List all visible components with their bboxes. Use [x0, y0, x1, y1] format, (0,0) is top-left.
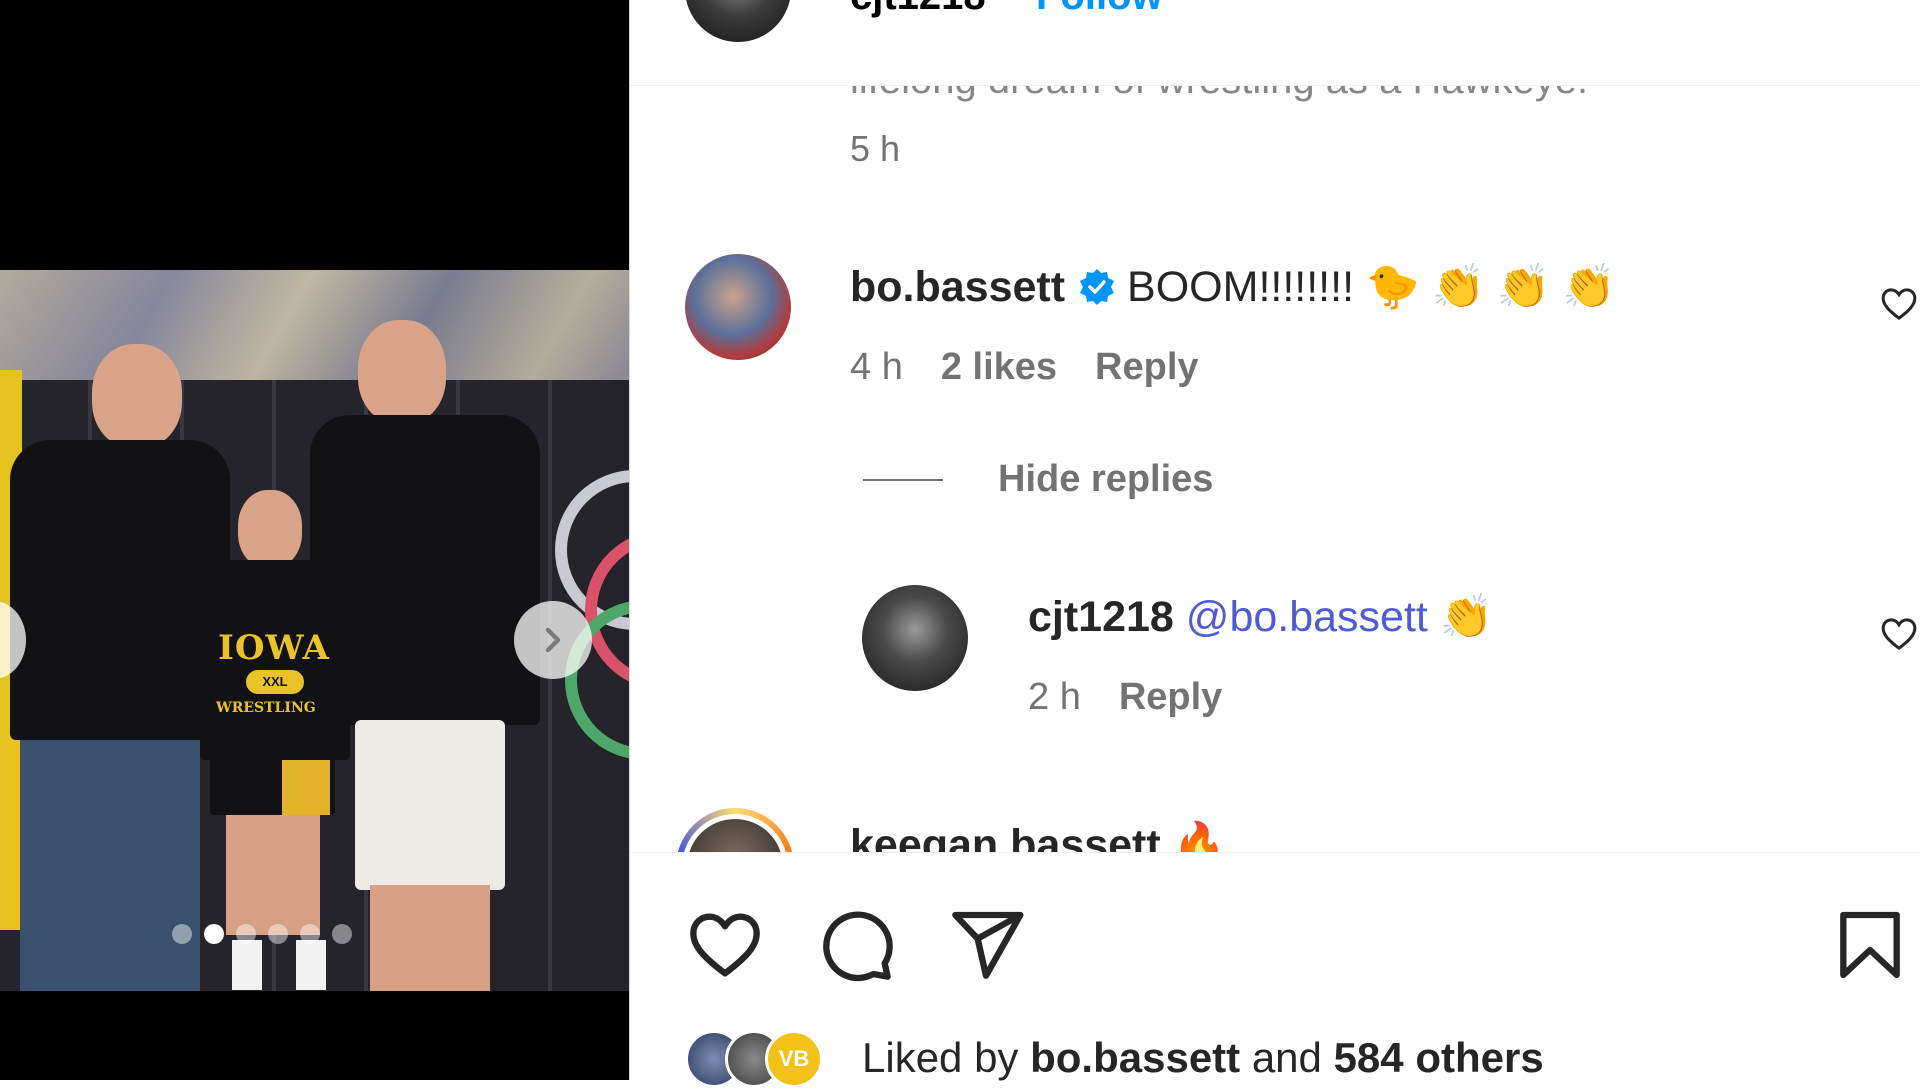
follow-button[interactable]: Follow	[1036, 0, 1163, 19]
heart-icon[interactable]	[685, 905, 765, 985]
liked-by-others-link[interactable]: 584 others	[1334, 1034, 1544, 1081]
chevron-right-icon	[545, 627, 561, 653]
liked-by-first-user[interactable]: bo.bassett	[1030, 1034, 1240, 1081]
carousel-dot	[332, 924, 352, 944]
post-author-username[interactable]: cjt1218	[850, 0, 986, 19]
liked-by-prefix: Liked by	[862, 1034, 1019, 1081]
carousel-next-button[interactable]	[514, 601, 592, 679]
previous-comment-time: 5 h	[850, 128, 901, 169]
next-comment-peek: keegan.bassett 🔥	[850, 820, 1226, 852]
reply-body: cjt1218 @bo.bassett 👏	[1028, 592, 1493, 642]
next-comment-text: 🔥	[1172, 821, 1227, 852]
avatar[interactable]	[685, 0, 791, 42]
carousel-dot	[300, 924, 320, 944]
photo-wall-mural	[0, 270, 629, 390]
comment-meta: 4 h 2 likes Reply	[850, 346, 1237, 389]
reply-reply-button[interactable]: Reply	[1119, 676, 1222, 718]
reply-text: 👏	[1439, 593, 1494, 641]
carousel-dot	[172, 924, 192, 944]
comment-icon[interactable]	[816, 905, 896, 985]
avatar[interactable]	[676, 808, 794, 852]
reply-username[interactable]: cjt1218	[1028, 593, 1174, 641]
carousel-dot	[236, 924, 256, 944]
next-comment-username[interactable]: keegan.bassett	[850, 821, 1161, 852]
verified-badge-icon	[1080, 269, 1115, 305]
post-header: cjt1218 Follow	[630, 0, 1920, 86]
comment-text: BOOM!!!!!!!! 🐤 👏 👏 👏	[1127, 263, 1616, 311]
reply-heart-icon[interactable]	[1879, 614, 1919, 654]
reply-meta: 2 h Reply	[1028, 676, 1260, 719]
comment-reply-button[interactable]: Reply	[1095, 346, 1198, 388]
avatar[interactable]	[862, 585, 968, 691]
carousel-indicator	[172, 924, 352, 944]
hide-replies-label: Hide replies	[998, 458, 1214, 500]
avatar[interactable]	[685, 254, 791, 360]
comment-heart-icon[interactable]	[1879, 284, 1919, 324]
carousel-dot	[268, 924, 288, 944]
reply-time: 2 h	[1028, 676, 1081, 718]
hide-replies-rule	[863, 478, 943, 481]
comments-list[interactable]: lifelong dream of wrestling as a Hawkeye…	[630, 0, 1920, 852]
liked-by-connector: and	[1251, 1034, 1322, 1081]
share-icon[interactable]	[947, 905, 1027, 985]
comment-likes-count[interactable]: 2 likes	[941, 346, 1057, 388]
liked-by-avatars[interactable]: VB	[685, 1030, 845, 1090]
reply-mention-link[interactable]: @bo.bassett	[1186, 593, 1428, 641]
comment-username[interactable]: bo.bassett	[850, 263, 1065, 311]
post-detail-pane: lifelong dream of wrestling as a Hawkeye…	[629, 0, 1920, 1088]
bookmark-icon[interactable]	[1830, 905, 1910, 985]
comment-time: 4 h	[850, 346, 903, 388]
comment-body: bo.bassett BOOM!!!!!!!! 🐤 👏 👏 👏	[850, 262, 1616, 312]
carousel-dot	[204, 924, 224, 944]
hide-replies-button[interactable]: Hide replies	[863, 458, 1213, 501]
post-media-pane: IOWA XXL WRESTLING	[0, 0, 629, 1080]
avatar: VB	[765, 1030, 823, 1088]
liked-by-summary: Liked by bo.bassett and 584 others	[862, 1034, 1544, 1082]
